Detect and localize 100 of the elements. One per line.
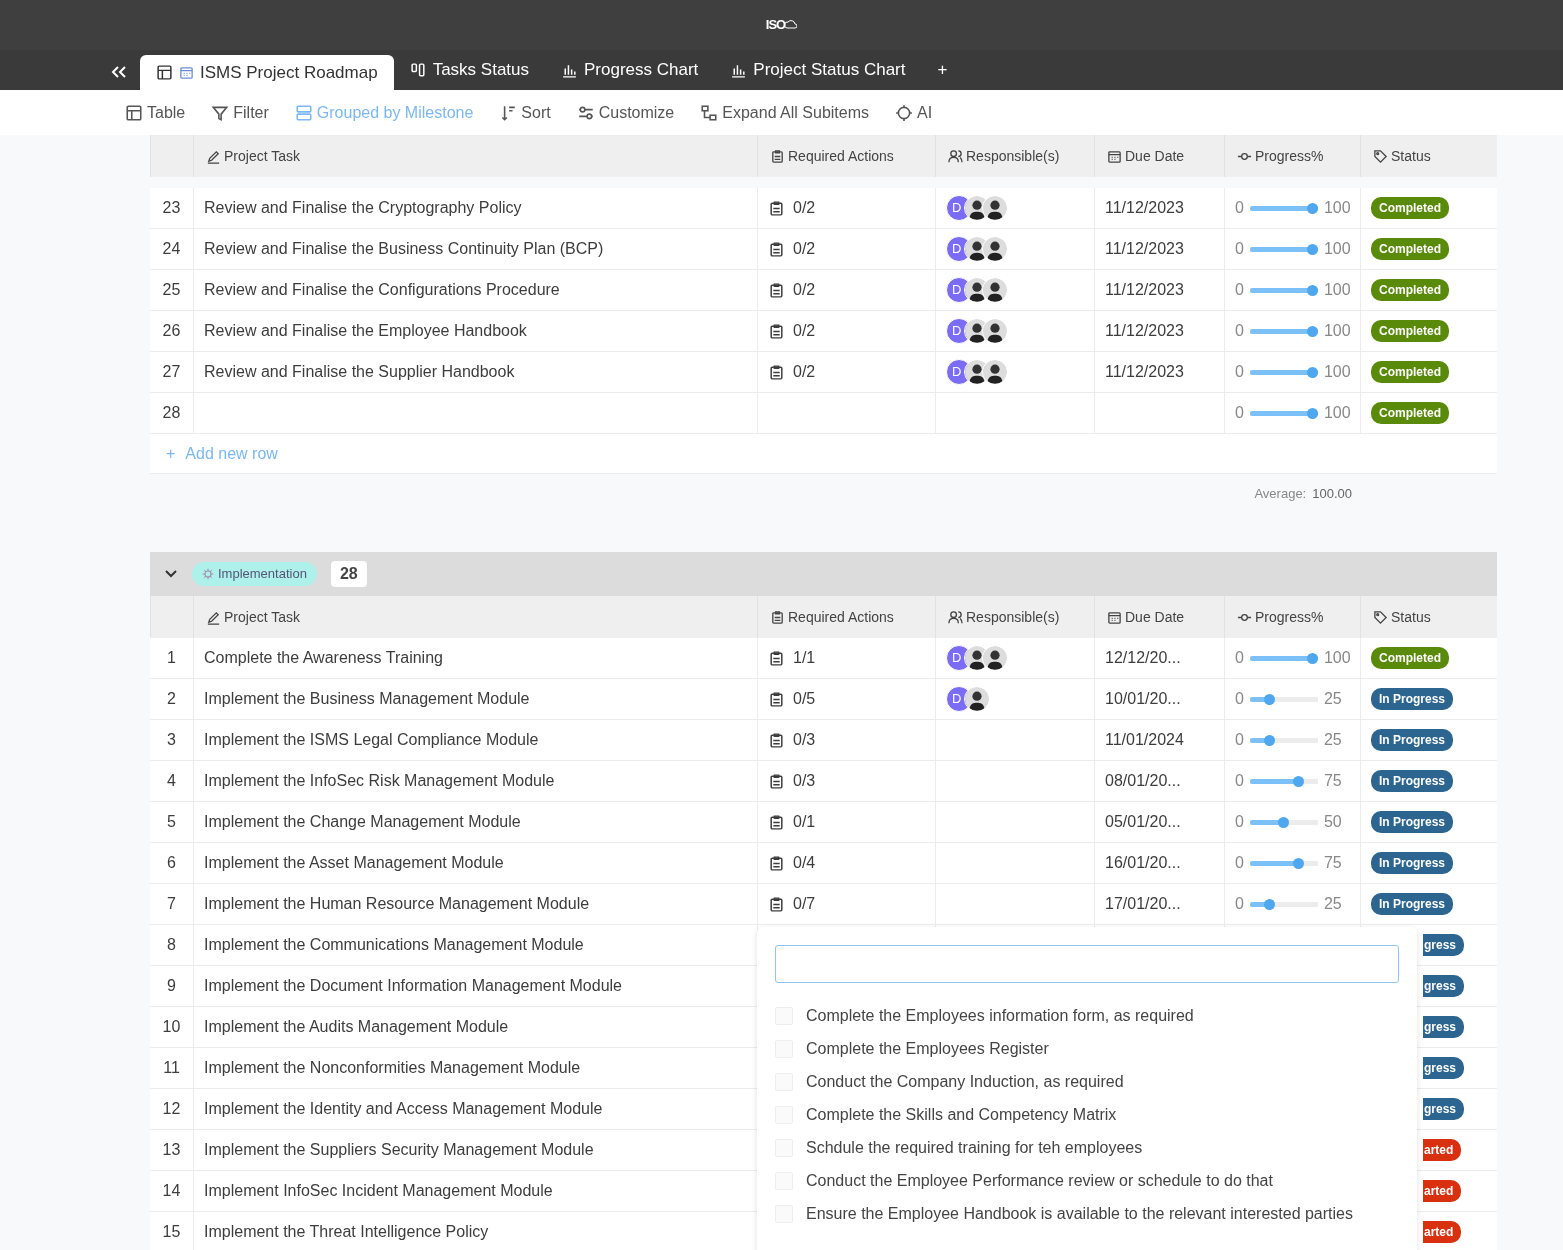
action-item: Complete the Employees Register (806, 1038, 1049, 1059)
tab[interactable]: ISMS Project Roadmap (140, 55, 394, 90)
actions-count[interactable]: 0/5 (793, 687, 816, 711)
tab[interactable]: Project Status Chart (714, 50, 922, 90)
slider-thumb[interactable] (1264, 898, 1276, 910)
slider-thumb[interactable] (1264, 734, 1276, 746)
progress-value: 50 (1323, 812, 1342, 832)
calendar-icon (1107, 148, 1122, 164)
toolbar-button[interactable]: AI (895, 100, 933, 125)
clipboard-icon (768, 199, 785, 217)
slider-thumb[interactable] (1264, 693, 1276, 705)
task-name: Implement InfoSec Incident Management Module (204, 1181, 553, 1201)
column-header[interactable]: Due Date (1125, 606, 1185, 628)
status-label: Completed (1371, 647, 1449, 669)
actions-count[interactable]: 0/2 (793, 237, 816, 261)
min-label: 0 (1235, 198, 1244, 218)
toolbar-button[interactable]: Table (125, 100, 186, 125)
group-count: 28 (330, 561, 367, 587)
due-date: 11/12/2023 (1105, 280, 1184, 300)
clipboard-icon (770, 609, 785, 625)
actions-count[interactable]: 0/2 (793, 319, 816, 343)
column-header[interactable]: Project Task (224, 606, 300, 628)
column-header[interactable]: Status (1391, 145, 1431, 167)
search-field[interactable] (775, 945, 1399, 983)
toolbar-button[interactable]: Filter (211, 100, 269, 125)
slider-thumb[interactable] (1292, 857, 1304, 869)
tag-icon (1373, 148, 1388, 164)
slider-thumb[interactable] (1292, 775, 1304, 787)
progress-value: 100 (1323, 280, 1351, 300)
column-header[interactable]: Project Task (224, 145, 300, 167)
actions-count[interactable]: 0/1 (793, 810, 816, 834)
person-avatar (982, 359, 1008, 385)
status-label: gress (1423, 1016, 1465, 1038)
slider-thumb[interactable] (1306, 325, 1318, 337)
actions-count[interactable]: 0/4 (793, 851, 816, 875)
row-number: 6 (166, 853, 177, 873)
tab[interactable]: Progress Chart (545, 50, 715, 90)
actions-count[interactable]: 0/2 (793, 196, 816, 220)
row-number: 10 (161, 1017, 182, 1037)
column-header[interactable]: Required Actions (788, 606, 894, 628)
slider-thumb[interactable] (1306, 407, 1318, 419)
status-label: In Progress (1371, 770, 1454, 792)
slider-thumb[interactable] (1306, 202, 1318, 214)
toolbar-button[interactable]: Customize (576, 100, 675, 125)
progress-value: 75 (1323, 771, 1342, 791)
tab[interactable]: Tasks Status (393, 50, 545, 90)
pencil-icon (206, 148, 221, 164)
task-name: Review and Finalise the Configurations Procedure (204, 280, 560, 300)
toolbar-button[interactable]: Expand All Subitems (700, 100, 869, 125)
due-date: 11/12/2023 (1105, 321, 1184, 341)
slider-thumb[interactable] (1306, 366, 1318, 378)
slider-thumb[interactable] (1306, 284, 1318, 296)
progress-value: 100 (1323, 321, 1351, 341)
column-header[interactable]: Required Actions (788, 145, 894, 167)
toolbar-button[interactable]: Sort (499, 100, 551, 125)
due-date: 12/12/20... (1105, 648, 1181, 668)
person-avatar (982, 195, 1008, 221)
actions-count[interactable]: 0/3 (793, 728, 816, 752)
status-label: arted (1423, 1180, 1462, 1202)
clipboard-icon (768, 363, 785, 381)
add-tab-button[interactable]: + (921, 50, 964, 90)
column-header[interactable]: Due Date (1125, 145, 1185, 167)
person-avatar (982, 236, 1008, 262)
action-item: Conduct the Employee Performance review or schedule to do that (806, 1170, 1273, 1191)
group-icon (294, 103, 313, 122)
column-header[interactable]: Responsible(s) (966, 606, 1060, 628)
column-header[interactable]: Progress% (1255, 606, 1324, 628)
slider-thumb[interactable] (1278, 816, 1290, 828)
due-date: 16/01/20... (1105, 853, 1181, 873)
slider-thumb[interactable] (1306, 652, 1318, 664)
actions-count[interactable]: 0/7 (793, 892, 816, 916)
column-header[interactable]: Responsible(s) (966, 145, 1060, 167)
due-date: 11/01/2024 (1105, 730, 1184, 750)
progress-value: 100 (1323, 403, 1351, 423)
clipboard-icon (770, 148, 785, 164)
due-date: 10/01/20... (1105, 689, 1181, 709)
column-header[interactable]: Progress% (1255, 145, 1324, 167)
min-label: 0 (1235, 239, 1244, 259)
tree-icon (700, 103, 719, 122)
task-name: Review and Finalise the Employee Handbook (204, 321, 527, 341)
status-label: Completed (1371, 361, 1449, 383)
actions-count[interactable]: 1/1 (793, 646, 816, 670)
action-item: Conduct the Company Induction, as required (806, 1071, 1124, 1092)
row-number: 14 (161, 1181, 182, 1201)
status-label: In Progress (1371, 688, 1454, 710)
row-number: 1 (166, 648, 177, 668)
task-name: Review and Finalise the Cryptography Policy (204, 198, 522, 218)
actions-count[interactable]: 0/2 (793, 360, 816, 384)
column-header[interactable]: Status (1391, 606, 1431, 628)
status-label: gress (1423, 1098, 1465, 1120)
actions-count[interactable]: 0/3 (793, 769, 816, 793)
status-label: gress (1423, 1057, 1465, 1079)
row-number: 4 (166, 771, 177, 791)
clipboard-icon (768, 690, 785, 708)
row-number: 8 (166, 935, 177, 955)
calendar-icon (179, 65, 194, 80)
min-label: 0 (1235, 648, 1244, 668)
task-name: Review and Finalise the Supplier Handbook (204, 362, 515, 382)
actions-count[interactable]: 0/2 (793, 278, 816, 302)
slider-thumb[interactable] (1306, 243, 1318, 255)
